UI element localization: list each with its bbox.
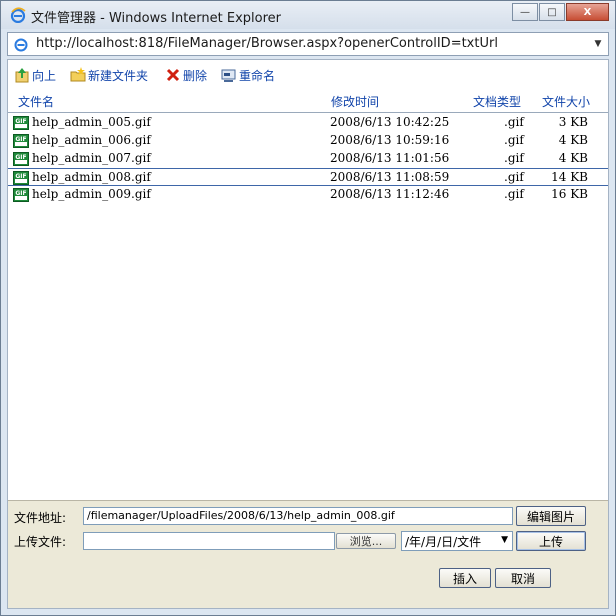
column-size[interactable]: 文件大小 (542, 93, 590, 110)
file-name: help_admin_009.gif (32, 187, 151, 201)
minimize-button[interactable]: — (512, 3, 538, 21)
rename-icon (221, 69, 236, 82)
gif-file-icon: GIF (13, 152, 29, 166)
file-icon-text: GIF (15, 136, 26, 143)
folder-format-value: /年/月/日/文件 (405, 535, 482, 549)
chevron-down-icon: ▼ (501, 535, 508, 545)
file-icon-text: GIF (15, 190, 26, 197)
file-row[interactable]: GIF help_admin_006.gif 2008/6/13 10:59:16.… (8, 132, 608, 150)
file-type: .gif (504, 115, 524, 129)
file-name: help_admin_007.gif (32, 151, 151, 165)
file-modified: 2008/6/13 11:01:56 (330, 151, 450, 165)
close-button[interactable]: X (566, 3, 609, 21)
file-row[interactable]: GIF help_admin_008.gif 2008/6/13 11:08:59.… (8, 168, 608, 186)
bottom-panel: 文件地址: /filemanager/UploadFiles/2008/6/13… (8, 500, 608, 608)
gif-file-icon: GIF (13, 134, 29, 148)
ie-logo-icon (10, 7, 26, 23)
folder-format-select[interactable]: /年/月/日/文件 ▼ (401, 531, 513, 551)
delete-label: 删除 (183, 68, 208, 83)
up-label: 向上 (32, 68, 57, 83)
upload-button[interactable]: 上传 (516, 531, 586, 551)
file-type: .gif (504, 133, 524, 147)
new-folder-label: 新建文件夹 (88, 68, 149, 83)
rename-button[interactable]: 重命名 (221, 67, 275, 83)
file-type: .gif (504, 151, 524, 165)
file-size: 14 KB (551, 170, 588, 184)
upload-file-label: 上传文件: (14, 535, 67, 549)
file-modified: 2008/6/13 11:08:59 (330, 170, 450, 184)
column-name[interactable]: 文件名 (18, 93, 54, 110)
file-icon-text: GIF (15, 173, 26, 180)
up-arrow-icon (15, 68, 29, 83)
file-name: help_admin_008.gif (32, 170, 151, 184)
file-size: 3 KB (558, 115, 588, 129)
address-bar[interactable]: http://localhost:818/FileManager/Browser… (7, 32, 609, 56)
edit-image-button[interactable]: 编辑图片 (516, 506, 586, 526)
rename-label: 重命名 (239, 68, 276, 83)
file-name: help_admin_005.gif (32, 115, 151, 129)
column-modified[interactable]: 修改时间 (331, 93, 379, 110)
file-modified: 2008/6/13 10:59:16 (330, 133, 450, 147)
address-dropdown-icon[interactable]: ▼ (592, 36, 604, 52)
file-icon-text: GIF (15, 154, 26, 161)
file-size: 4 KB (558, 133, 588, 147)
page-icon (14, 38, 28, 52)
delete-x-icon (166, 68, 180, 82)
cancel-button[interactable]: 取消 (495, 568, 551, 588)
gif-file-icon: GIF (13, 116, 29, 130)
maximize-button[interactable]: □ (539, 3, 565, 21)
file-modified: 2008/6/13 11:12:46 (330, 187, 450, 201)
url-text[interactable]: http://localhost:818/FileManager/Browser… (36, 36, 498, 51)
file-name: help_admin_006.gif (32, 133, 151, 147)
window-controls: — □ X (511, 3, 609, 21)
up-button[interactable]: 向上 (14, 67, 56, 83)
column-type[interactable]: 文档类型 (473, 93, 521, 110)
title-bar: 文件管理器 - Windows Internet Explorer — □ X (1, 1, 615, 29)
new-folder-button[interactable]: 新建文件夹 (70, 67, 148, 83)
gif-file-icon: GIF (13, 171, 29, 185)
file-type: .gif (504, 187, 524, 201)
file-list-header: 文件名 修改时间 文档类型 文件大小 (8, 89, 608, 113)
file-toolbar: 向上 新建文件夹 删除 重命名 (8, 60, 608, 88)
file-size: 4 KB (558, 151, 588, 165)
file-icon-text: GIF (15, 118, 26, 125)
upload-file-input[interactable] (83, 532, 335, 550)
gif-file-icon: GIF (13, 188, 29, 202)
file-row[interactable]: GIF help_admin_007.gif 2008/6/13 11:01:56.… (8, 150, 608, 168)
file-row[interactable]: GIF help_admin_005.gif 2008/6/13 10:42:25.… (8, 114, 608, 132)
file-row[interactable]: GIF help_admin_009.gif 2008/6/13 11:12:46.… (8, 186, 608, 204)
delete-button[interactable]: 删除 (165, 67, 207, 83)
file-type: .gif (504, 170, 524, 184)
file-modified: 2008/6/13 10:42:25 (330, 115, 450, 129)
file-address-input[interactable]: /filemanager/UploadFiles/2008/6/13/help_… (83, 507, 513, 525)
file-address-label: 文件地址: (14, 511, 67, 525)
insert-button[interactable]: 插入 (439, 568, 491, 588)
browse-button[interactable]: 浏览... (336, 533, 396, 549)
ie-window: 文件管理器 - Windows Internet Explorer — □ X … (0, 0, 616, 616)
file-size: 16 KB (551, 187, 588, 201)
file-manager-content: 向上 新建文件夹 删除 重命名 文件名 修改时间 文档类型 文件大小 GIF h… (7, 59, 609, 609)
new-folder-icon (70, 67, 86, 82)
window-title: 文件管理器 - Windows Internet Explorer (31, 11, 281, 26)
